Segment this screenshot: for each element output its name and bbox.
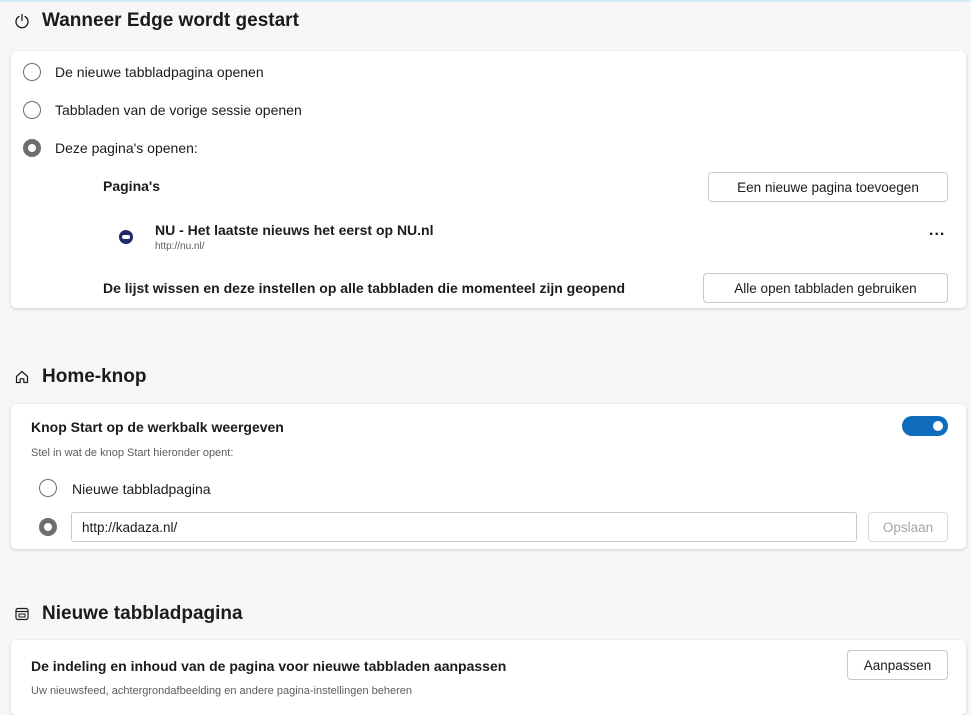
home-button-toggle[interactable] [902,416,948,436]
save-button[interactable]: Opslaan [868,512,948,542]
newtab-title-text: Nieuwe tabbladpagina [42,603,243,624]
customize-button[interactable]: Aanpassen [847,650,948,680]
radio-new-tab[interactable] [23,63,41,81]
page-url: http://nu.nl/ [155,241,205,252]
use-all-tabs-button[interactable]: Alle open tabbladen gebruiken [703,273,948,303]
home-new-tab-label[interactable]: Nieuwe tabbladpagina [72,481,211,497]
nu-favicon [119,230,133,244]
home-url-input[interactable]: http://kadaza.nl/ [71,512,857,542]
option-previous-session-label[interactable]: Tabbladen van de vorige sessie openen [55,102,302,118]
home-description: Stel in wat de knop Start hieronder open… [31,447,234,459]
newtab-card: De indeling en inhoud van de pagina voor… [11,640,966,715]
toggle-knob [933,421,943,431]
top-accent-line [0,0,971,2]
page-more-options-icon[interactable]: ... [929,222,945,240]
home-card: Knop Start op de werkbalk weergeven Stel… [11,404,966,549]
home-icon [12,367,32,387]
startup-section-title: Wanneer Edge wordt gestart [12,10,299,32]
radio-previous-session[interactable] [23,101,41,119]
clear-list-text: De lijst wissen en deze instellen op all… [103,280,626,296]
newtab-section-title: Nieuwe tabbladpagina [12,603,243,625]
startup-card: De nieuwe tabbladpagina openen Tabbladen… [11,51,966,308]
new-tab-icon [12,604,32,624]
pages-header: Pagina's [103,178,161,194]
option-new-tab-label[interactable]: De nieuwe tabbladpagina openen [55,64,264,80]
power-icon [12,11,32,31]
radio-home-new-tab[interactable] [39,479,57,497]
page-title: NU - Het laatste nieuws het eerst op NU.… [155,222,434,238]
home-toggle-label: Knop Start op de werkbalk weergeven [31,419,284,435]
radio-specific-pages[interactable] [23,139,41,157]
add-page-button[interactable]: Een nieuwe pagina toevoegen [708,172,948,202]
home-title-text: Home-knop [42,366,147,387]
home-section-title: Home-knop [12,366,147,388]
startup-title-text: Wanneer Edge wordt gestart [42,10,299,31]
customize-description: Uw nieuwsfeed, achtergrondafbeelding en … [31,685,412,697]
option-specific-pages-label[interactable]: Deze pagina's openen: [55,140,198,156]
customize-label: De indeling en inhoud van de pagina voor… [31,658,507,674]
radio-home-url[interactable] [39,518,57,536]
